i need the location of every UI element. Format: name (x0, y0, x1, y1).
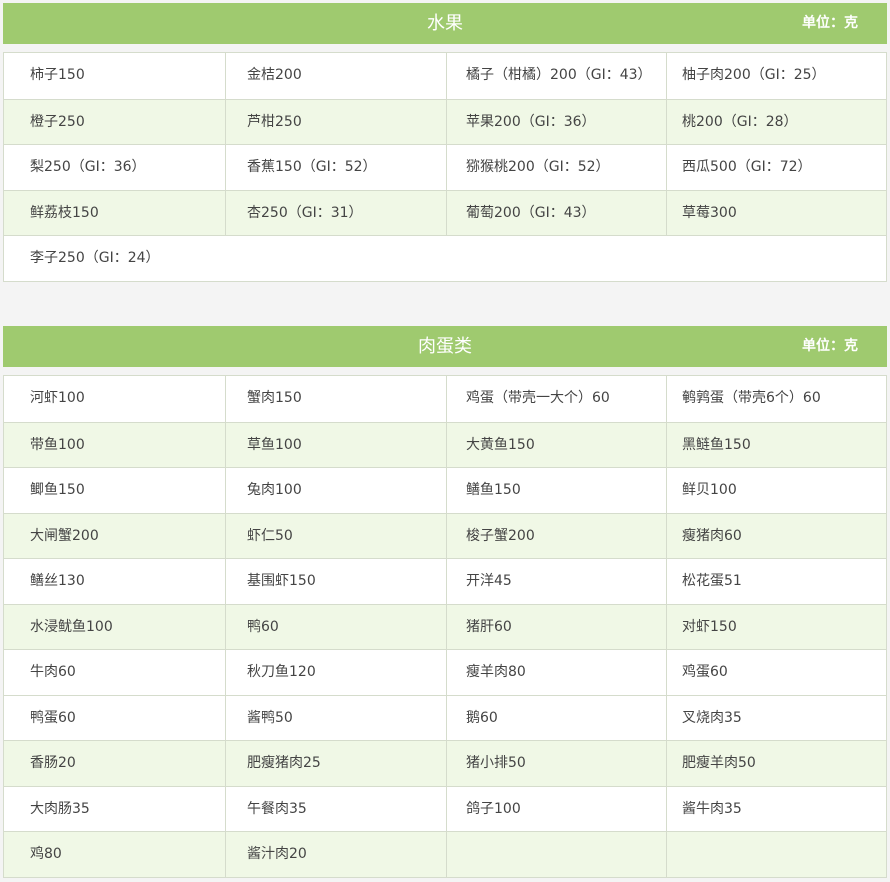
table-cell: 猪肝60 (446, 604, 666, 649)
fruit-section: 水果 单位：克 柿子150 金桔200 橘子（柑橘）200（GI：43） 柚子肉… (3, 3, 887, 282)
table-cell: 大黄鱼150 (446, 422, 666, 467)
table-cell: 肥瘦猪肉25 (225, 741, 446, 786)
table-cell: 梭子蟹200 (446, 513, 666, 558)
table-cell: 大肉肠35 (30, 800, 90, 817)
table-cell: 鸡蛋（带壳一大个）60 (446, 376, 666, 422)
table-cell: 梨250（GI：36） (30, 159, 146, 175)
table-row: 牛肉60 秋刀鱼120 瘦羊肉80 鸡蛋60 (4, 649, 886, 695)
fruit-title: 水果 (427, 13, 463, 34)
table-cell: 对虾150 (666, 604, 886, 649)
table-cell: 鳝丝130 (30, 573, 85, 589)
table-row: 香肠20 肥瘦猪肉25 猪小排50 肥瘦羊肉50 (4, 740, 886, 786)
table-cell: 开洋45 (446, 559, 666, 604)
table-cell: 鸡蛋60 (666, 650, 886, 695)
table-cell: 草莓300 (666, 190, 886, 235)
table-row: 李子250（GI：24） (4, 235, 886, 281)
table-cell: 黑鲢鱼150 (666, 422, 886, 467)
table-cell: 瘦羊肉80 (446, 650, 666, 695)
meat-egg-header: 肉蛋类 单位：克 (3, 326, 887, 367)
table-cell: 鸽子100 (446, 786, 666, 831)
table-cell: 鸭蛋60 (30, 709, 76, 726)
table-cell: 肥瘦羊肉50 (666, 741, 886, 786)
table-cell: 鹅60 (446, 695, 666, 740)
table-row: 河虾100 蟹肉150 鸡蛋（带壳一大个）60 鹌鹑蛋（带壳6个）60 (4, 376, 886, 422)
table-cell: 西瓜500（GI：72） (666, 145, 886, 190)
table-cell: 鲜贝100 (666, 468, 886, 513)
table-cell: 香蕉150（GI：52） (225, 145, 446, 190)
table-row: 鳝丝130 基围虾150 开洋45 松花蛋51 (4, 558, 886, 604)
table-cell: 猪小排50 (446, 741, 666, 786)
table-row: 鸭蛋60 酱鸭50 鹅60 叉烧肉35 (4, 694, 886, 740)
table-cell: 橙子250 (30, 113, 85, 130)
table-cell: 虾仁50 (225, 513, 446, 558)
meat-egg-section: 肉蛋类 单位：克 河虾100 蟹肉150 鸡蛋（带壳一大个）60 鹌鹑蛋（带壳6… (3, 326, 887, 878)
table-row: 水浸鱿鱼100 鸭60 猪肝60 对虾150 (4, 603, 886, 649)
fruit-header: 水果 单位：克 (3, 3, 887, 44)
table-cell: 香肠20 (30, 755, 76, 771)
table-cell: 叉烧肉35 (666, 695, 886, 740)
table-row: 鸡80 酱汁肉20 (4, 831, 886, 877)
table-cell: 鲫鱼150 (30, 482, 85, 498)
table-cell: 草鱼100 (225, 422, 446, 467)
table-cell: 鸡80 (30, 846, 62, 862)
table-cell: 柿子150 (30, 67, 85, 83)
table-cell: 大闸蟹200 (30, 527, 99, 544)
meat-egg-title: 肉蛋类 (418, 336, 472, 357)
table-cell: 鹌鹑蛋（带壳6个）60 (666, 376, 886, 422)
table-cell: 水浸鱿鱼100 (30, 618, 113, 635)
table-row: 鲜荔枝150 杏250（GI：31） 葡萄200（GI：43） 草莓300 (4, 189, 886, 235)
table-cell: 秋刀鱼120 (225, 650, 446, 695)
table-cell: 兔肉100 (225, 468, 446, 513)
table-row: 橙子250 芦柑250 苹果200（GI：36） 桃200（GI：28） (4, 98, 886, 144)
table-cell: 金桔200 (225, 53, 446, 99)
table-cell (666, 832, 886, 877)
table-cell: 酱牛肉35 (666, 786, 886, 831)
fruit-table: 柿子150 金桔200 橘子（柑橘）200（GI：43） 柚子肉200（GI：2… (3, 52, 887, 282)
table-cell: 牛肉60 (30, 664, 76, 680)
table-cell: 葡萄200（GI：43） (446, 190, 666, 235)
table-row: 大闸蟹200 虾仁50 梭子蟹200 瘦猪肉60 (4, 512, 886, 558)
table-cell: 芦柑250 (225, 99, 446, 144)
table-cell: 河虾100 (30, 390, 85, 406)
table-cell: 酱鸭50 (225, 695, 446, 740)
table-cell: 松花蛋51 (666, 559, 886, 604)
table-cell: 李子250（GI：24） (30, 250, 160, 266)
table-cell: 柚子肉200（GI：25） (666, 53, 886, 99)
table-row: 鲫鱼150 兔肉100 鳝鱼150 鲜贝100 (4, 467, 886, 513)
table-cell: 鳝鱼150 (446, 468, 666, 513)
table-cell: 瘦猪肉60 (666, 513, 886, 558)
table-row: 带鱼100 草鱼100 大黄鱼150 黑鲢鱼150 (4, 421, 886, 467)
table-cell: 鲜荔枝150 (30, 204, 99, 221)
table-cell: 酱汁肉20 (225, 832, 446, 877)
table-row: 柿子150 金桔200 橘子（柑橘）200（GI：43） 柚子肉200（GI：2… (4, 53, 886, 99)
table-cell: 桃200（GI：28） (666, 99, 886, 144)
table-cell: 橘子（柑橘）200（GI：43） (446, 53, 666, 99)
table-cell: 带鱼100 (30, 436, 85, 453)
table-cell: 鸭60 (225, 604, 446, 649)
table-cell (446, 832, 666, 877)
table-cell: 午餐肉35 (225, 786, 446, 831)
table-cell: 苹果200（GI：36） (446, 99, 666, 144)
meat-egg-unit-label: 单位：克 (802, 338, 858, 354)
table-cell: 杏250（GI：31） (225, 190, 446, 235)
table-row: 梨250（GI：36） 香蕉150（GI：52） 猕猴桃200（GI：52） 西… (4, 144, 886, 190)
meat-egg-table: 河虾100 蟹肉150 鸡蛋（带壳一大个）60 鹌鹑蛋（带壳6个）60 带鱼10… (3, 375, 887, 878)
table-row: 大肉肠35 午餐肉35 鸽子100 酱牛肉35 (4, 785, 886, 831)
table-cell: 猕猴桃200（GI：52） (446, 145, 666, 190)
table-cell: 基围虾150 (225, 559, 446, 604)
fruit-unit-label: 单位：克 (802, 15, 858, 31)
table-cell: 蟹肉150 (225, 376, 446, 422)
